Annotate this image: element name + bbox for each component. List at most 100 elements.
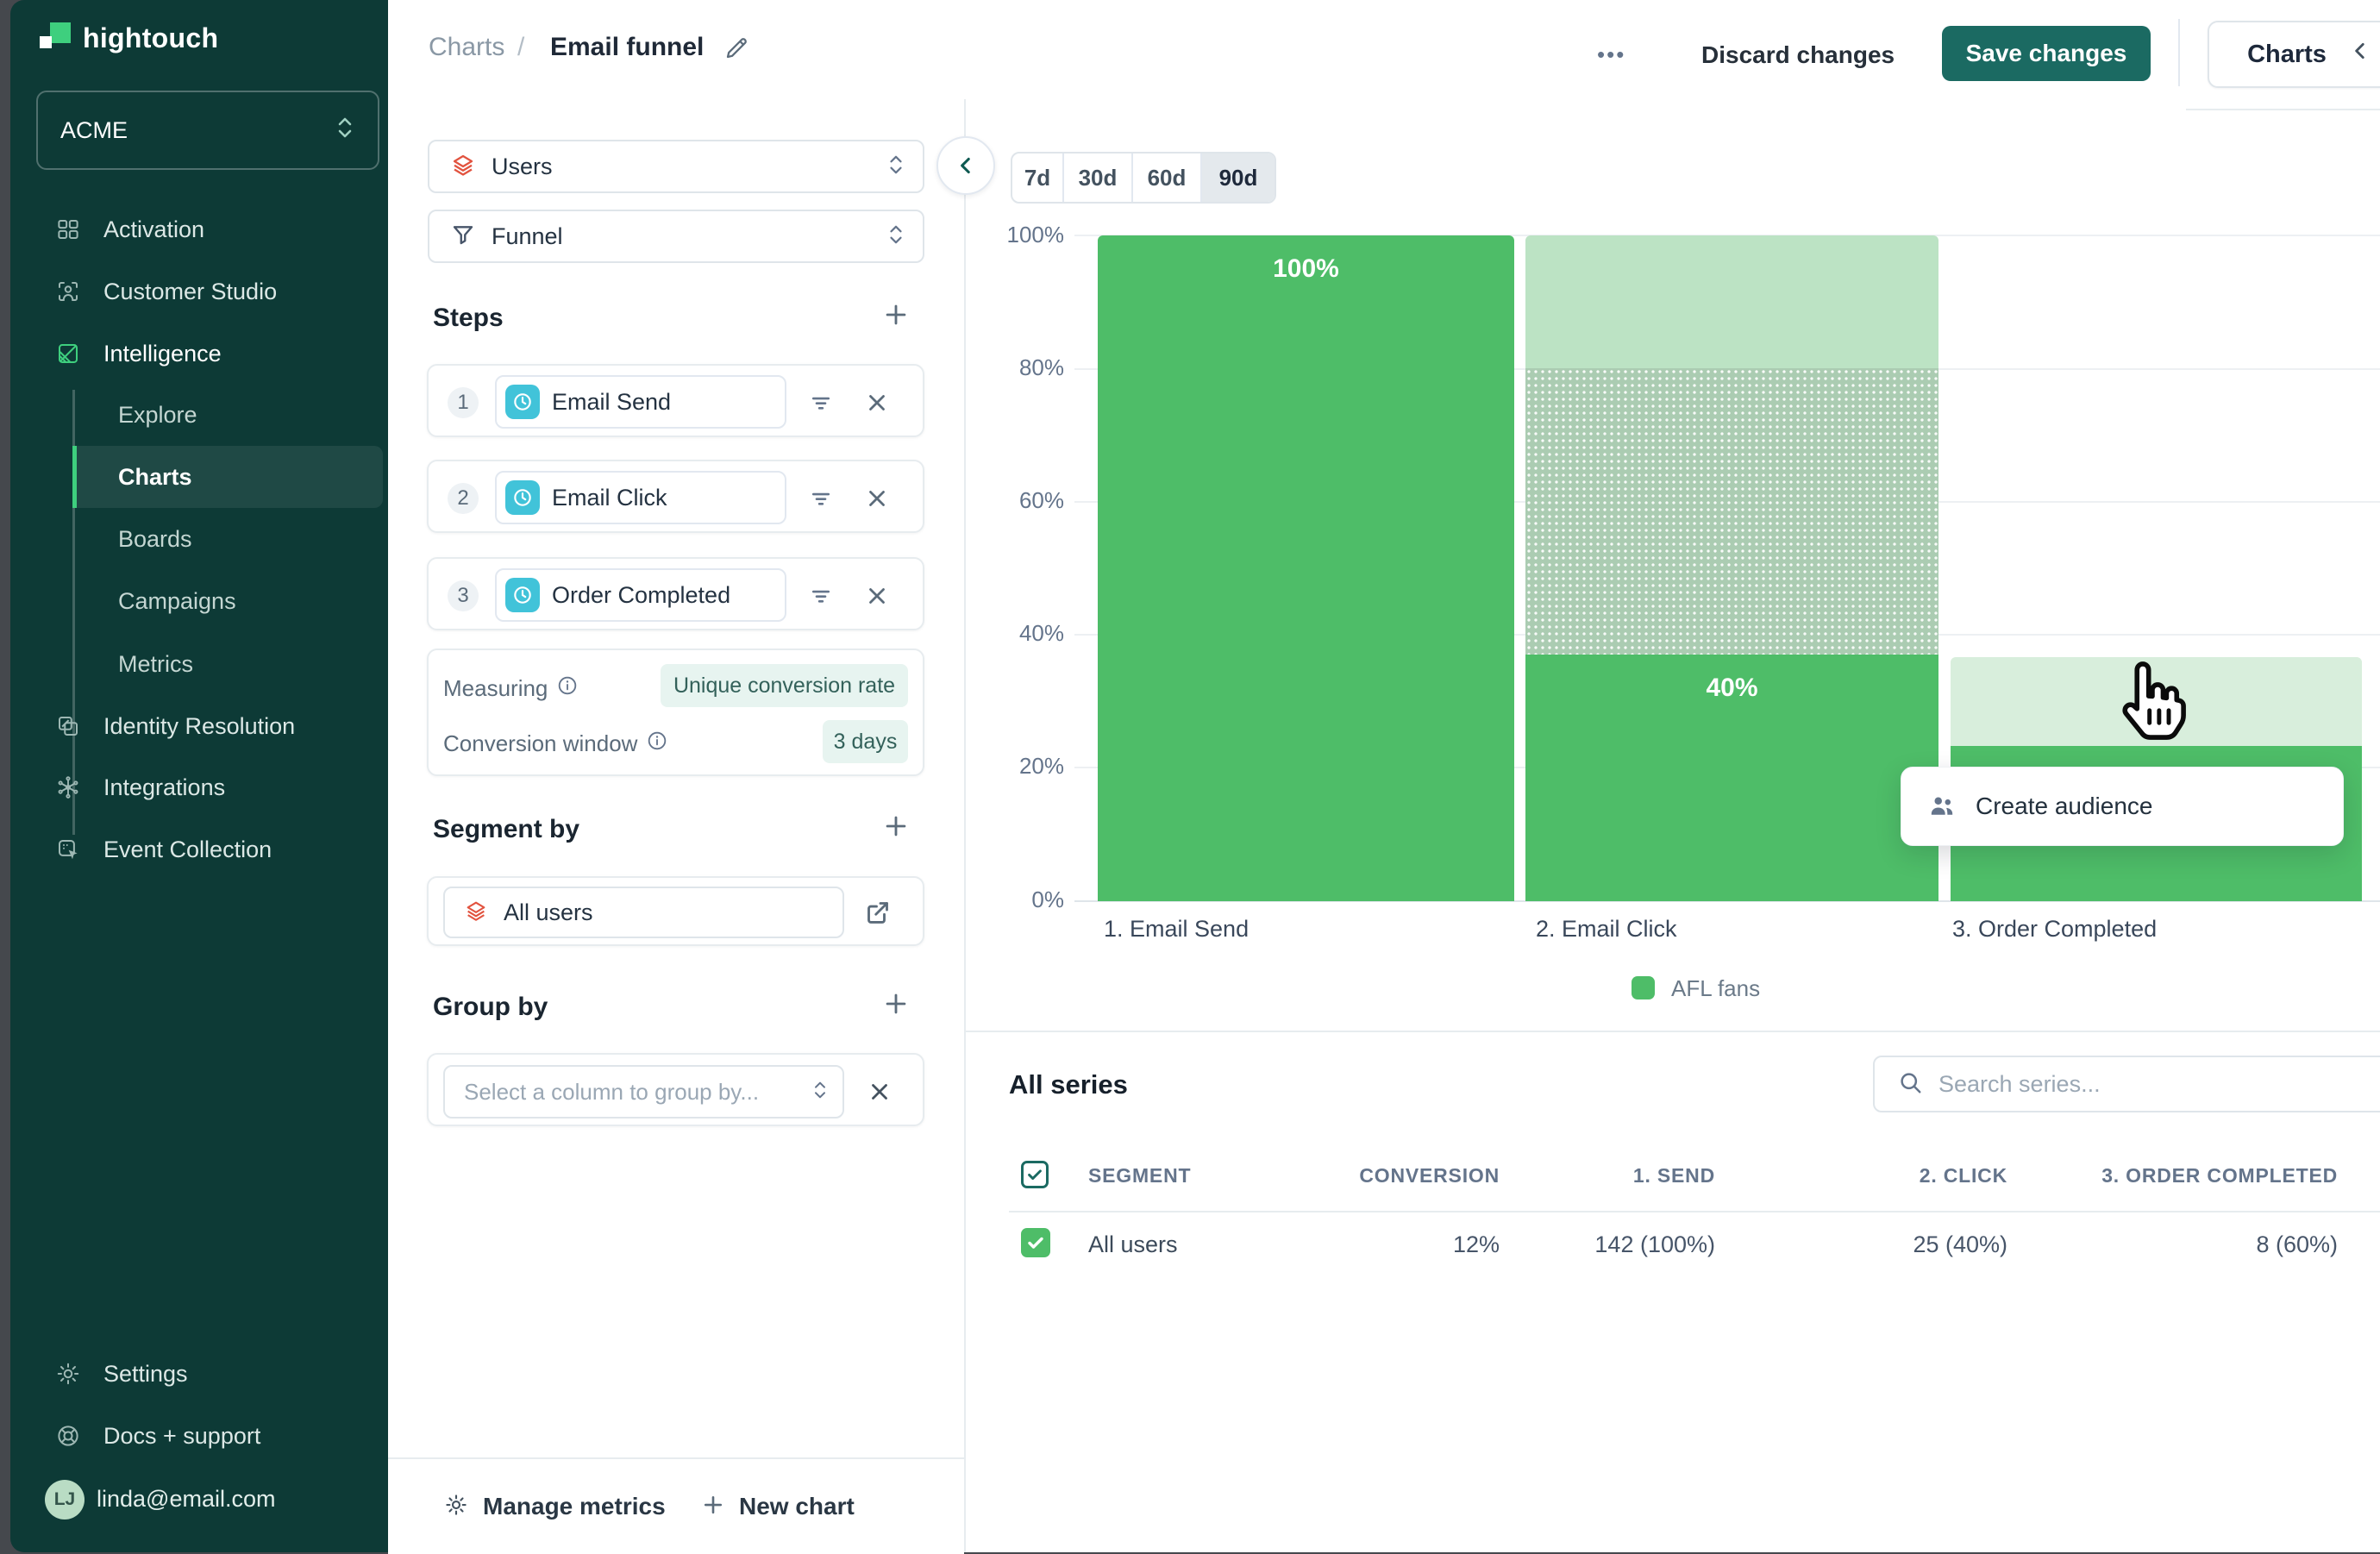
step-event-select[interactable]: Email Click [495, 471, 786, 524]
sidebar-item-label: Settings [103, 1361, 188, 1388]
y-tick: 40% [992, 620, 1064, 648]
chart-type-select[interactable]: Funnel [428, 210, 924, 263]
model-stack-icon [450, 152, 476, 182]
avatar[interactable]: LJ [45, 1480, 85, 1520]
range-7d[interactable]: 7d [1012, 154, 1064, 202]
sidebar-item-metrics[interactable]: Metrics [10, 633, 388, 695]
segment-select[interactable]: All users [443, 887, 844, 938]
column-header-conversion[interactable]: CONVERSION [1327, 1164, 1500, 1187]
all-series-heading: All series [1009, 1069, 1128, 1100]
discard-changes-button[interactable]: Discard changes [1701, 41, 1895, 69]
hand-cursor-icon [2111, 657, 2190, 748]
integrations-icon [55, 774, 81, 800]
row-click: 25 (40%) [1835, 1231, 2007, 1258]
y-tick: 60% [992, 487, 1064, 515]
panel-footer [388, 1457, 964, 1554]
panel-divider [964, 99, 966, 1552]
add-segment-button[interactable] [881, 811, 911, 845]
chevron-updown-icon [886, 222, 905, 252]
avatar-initials: LJ [54, 1489, 76, 1510]
breadcrumb-section[interactable]: Charts [429, 33, 504, 62]
measuring-label-row: Measuring [443, 674, 579, 703]
x-axis-label: 3. Order Completed [1952, 916, 2157, 943]
user-email[interactable]: linda@email.com [97, 1486, 275, 1513]
row-checkbox[interactable] [1021, 1228, 1050, 1257]
row-conversion: 12% [1327, 1231, 1500, 1258]
row-order-completed: 8 (60%) [2079, 1231, 2338, 1258]
column-header-order-completed[interactable]: 3. ORDER COMPLETED [2079, 1164, 2338, 1187]
sidebar-item-identity-resolution[interactable]: Identity Resolution [10, 695, 388, 757]
edit-title-icon[interactable] [723, 34, 750, 66]
row-send: 142 (100%) [1543, 1231, 1715, 1258]
remove-step-icon[interactable] [864, 583, 890, 613]
sidebar-item-event-collection[interactable]: Event Collection [10, 818, 388, 880]
range-60d[interactable]: 60d [1133, 154, 1202, 202]
select-all-checkbox[interactable] [1021, 1161, 1049, 1188]
sidebar-item-intelligence[interactable]: Intelligence [10, 323, 388, 385]
sidebar-item-charts[interactable]: Charts [10, 446, 388, 508]
charts-panel-toggle-button[interactable]: Charts [2208, 21, 2380, 88]
create-audience-menu[interactable]: Create audience [1901, 767, 2344, 846]
save-changes-button[interactable]: Save changes [1942, 26, 2151, 81]
group-by-select[interactable]: Select a column to group by... [443, 1065, 844, 1119]
sidebar-item-integrations[interactable]: Integrations [10, 756, 388, 818]
step-event-select[interactable]: Email Send [495, 375, 786, 429]
funnel-bar-email-click-carryover[interactable] [1525, 235, 1938, 368]
step-event-select[interactable]: Order Completed [495, 568, 786, 622]
measuring-value-pill[interactable]: Unique conversion rate [661, 664, 908, 707]
info-icon[interactable] [556, 674, 579, 703]
search-series-input[interactable] [1937, 1070, 2320, 1099]
right-drawer-border [2186, 109, 2380, 110]
range-90d[interactable]: 90d [1202, 154, 1275, 202]
search-series-box [1873, 1056, 2380, 1112]
sidebar-item-customer-studio[interactable]: Customer Studio [10, 260, 388, 323]
funnel-bar-email-send[interactable]: 100% [1098, 235, 1514, 901]
new-chart-button[interactable]: New chart [739, 1493, 855, 1520]
section-divider [966, 1031, 2380, 1032]
save-changes-label: Save changes [1966, 40, 2127, 67]
manage-metrics-button[interactable]: Manage metrics [483, 1493, 666, 1520]
sidebar-item-campaigns[interactable]: Campaigns [10, 570, 388, 632]
bar-value-label: 40% [1525, 674, 1938, 703]
remove-step-icon[interactable] [864, 390, 890, 420]
add-step-button[interactable] [881, 300, 911, 334]
funnel-bar-email-click-dropoff[interactable] [1525, 368, 1938, 655]
column-header-send[interactable]: 1. SEND [1543, 1164, 1715, 1187]
column-header-click[interactable]: 2. CLICK [1835, 1164, 2007, 1187]
event-clock-icon [505, 578, 540, 612]
column-header-segment[interactable]: SEGMENT [1088, 1164, 1191, 1187]
time-range-control: 7d 30d 60d 90d [1011, 152, 1276, 204]
parent-model-select[interactable]: Users [428, 140, 924, 193]
topbar-divider [2178, 19, 2180, 86]
range-30d[interactable]: 30d [1064, 154, 1133, 202]
model-stack-icon [464, 899, 488, 927]
more-menu-button[interactable]: ••• [1597, 41, 1625, 68]
conversion-window-label: Conversion window [443, 730, 637, 757]
sidebar: hightouch ACME Activation Customer Studi… [10, 0, 388, 1552]
add-group-button[interactable] [881, 989, 911, 1023]
conversion-window-value-pill[interactable]: 3 days [823, 720, 908, 763]
collapse-panel-button[interactable] [936, 136, 995, 195]
filter-icon[interactable] [808, 583, 834, 613]
external-link-icon[interactable] [862, 897, 893, 932]
legend-label[interactable]: AFL fans [1671, 975, 1760, 1002]
sidebar-item-boards[interactable]: Boards [10, 508, 388, 570]
filter-icon[interactable] [808, 486, 834, 516]
clear-group-icon[interactable] [867, 1079, 892, 1109]
filter-icon[interactable] [808, 390, 834, 420]
funnel-bar-email-click[interactable]: 40% [1525, 655, 1938, 901]
chevron-updown-icon [335, 114, 355, 147]
sidebar-item-settings[interactable]: Settings [10, 1343, 388, 1405]
sidebar-item-label: Boards [118, 526, 192, 553]
sidebar-item-activation[interactable]: Activation [10, 198, 388, 260]
sidebar-item-label: Charts [118, 464, 192, 491]
charts-panel-toggle-label: Charts [2247, 41, 2327, 69]
chevron-updown-icon [811, 1078, 829, 1106]
workspace-select[interactable]: ACME [36, 91, 379, 170]
sidebar-item-docs-support[interactable]: Docs + support [10, 1405, 388, 1467]
sidebar-item-explore[interactable]: Explore [10, 384, 388, 446]
remove-step-icon[interactable] [864, 486, 890, 516]
info-icon[interactable] [646, 730, 668, 758]
parent-model-value: Users [492, 154, 553, 180]
sidebar-item-label: Integrations [103, 774, 225, 801]
